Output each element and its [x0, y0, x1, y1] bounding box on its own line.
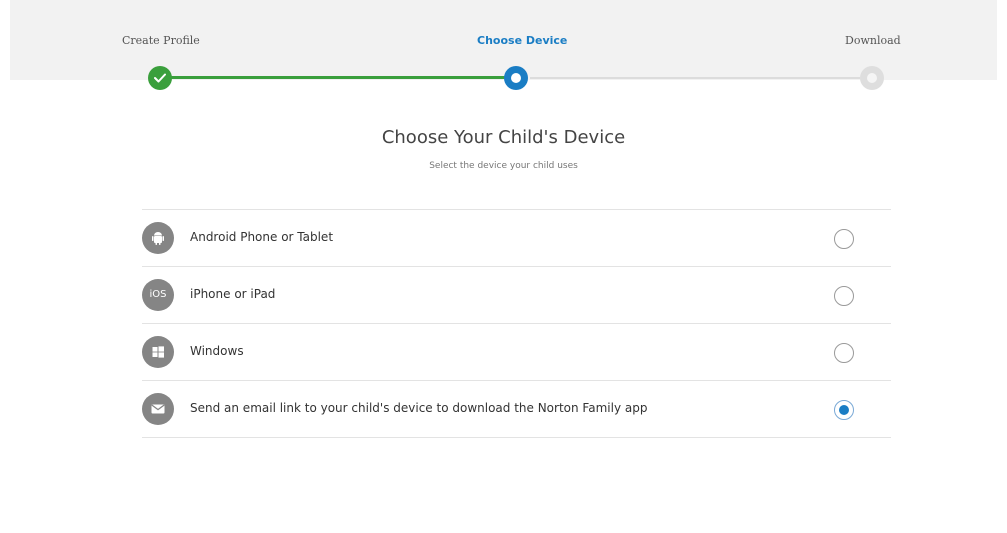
checkmark-icon [154, 73, 166, 83]
device-option-email-radio[interactable] [834, 400, 854, 420]
ios-icon-text: iOS [149, 289, 167, 300]
device-option-email[interactable]: Send an email link to your child's devic… [142, 381, 891, 438]
device-option-windows-label: Windows [190, 344, 244, 358]
device-option-android[interactable]: Android Phone or Tablet [142, 210, 891, 267]
current-step-dot [511, 73, 521, 83]
email-icon [142, 393, 174, 425]
page-subtitle: Select the device your child uses [429, 161, 578, 171]
windows-icon [142, 336, 174, 368]
step-create-profile-label: Create Profile [122, 34, 200, 47]
step-download-label: Download [845, 34, 901, 47]
pending-step-dot [867, 73, 877, 83]
device-list: Android Phone or Tablet iOS iPhone or iP… [142, 209, 891, 438]
device-option-android-radio[interactable] [834, 229, 854, 249]
stepper-track-remaining [530, 77, 860, 79]
page-title: Choose Your Child's Device [381, 127, 626, 148]
radio-selected-dot [839, 405, 849, 415]
device-option-windows[interactable]: Windows [142, 324, 891, 381]
page: Create Profile Choose Device Download Ch… [0, 0, 1007, 533]
device-option-ios[interactable]: iOS iPhone or iPad [142, 267, 891, 324]
android-icon [142, 222, 174, 254]
device-option-ios-radio[interactable] [834, 286, 854, 306]
step-choose-device-node [504, 66, 528, 90]
device-option-android-label: Android Phone or Tablet [190, 230, 334, 244]
device-option-ios-label: iPhone or iPad [190, 287, 276, 301]
ios-icon: iOS [142, 279, 174, 311]
step-create-profile-node [148, 66, 172, 90]
stepper-track-completed [170, 76, 506, 79]
step-download-node [860, 66, 884, 90]
device-option-email-label: Send an email link to your child's devic… [190, 401, 648, 415]
device-option-windows-radio[interactable] [834, 343, 854, 363]
step-choose-device-label: Choose Device [477, 34, 568, 47]
